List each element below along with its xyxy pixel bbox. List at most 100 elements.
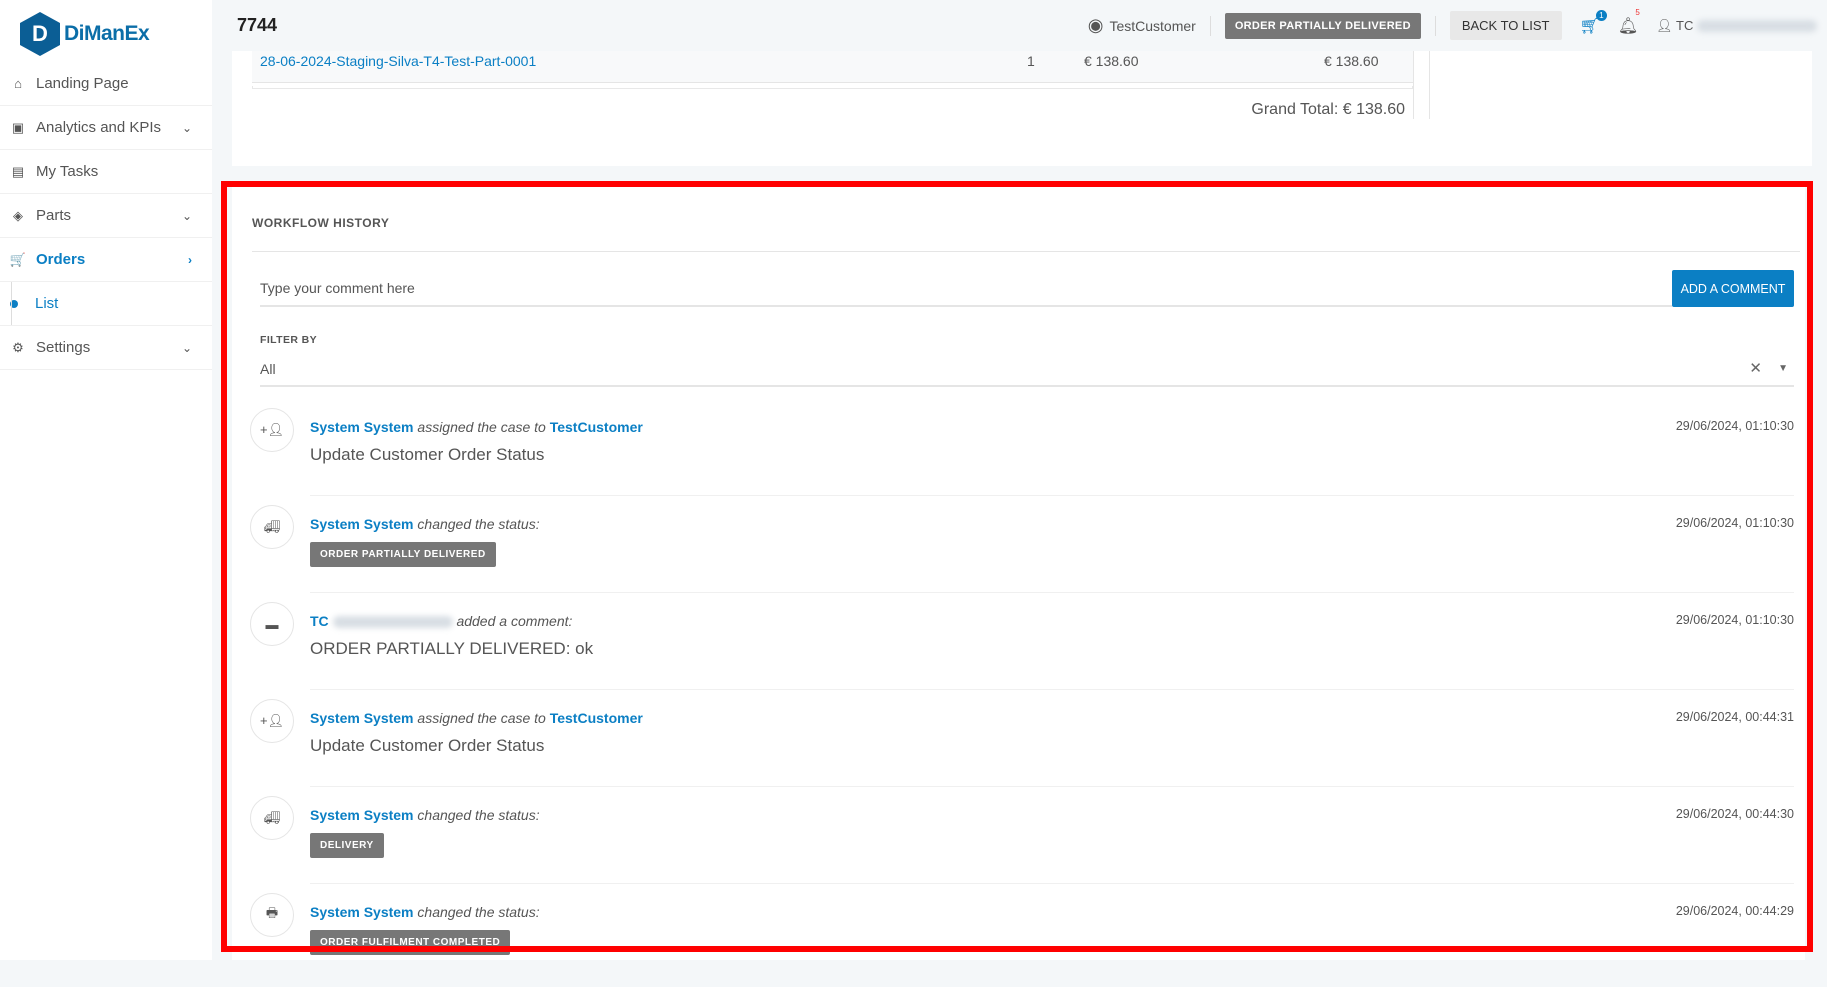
cart-icon: 🛒 xyxy=(9,251,27,267)
user-circle-icon: ◉ xyxy=(1087,15,1104,35)
workflow-entry: +👤︎ System System assigned the case to Te… xyxy=(250,696,1794,793)
workflow-entries: +👤︎ System System assigned the case to Te… xyxy=(250,405,1794,987)
timestamp: 29/06/2024, 01:10:30 xyxy=(1675,419,1794,433)
divider xyxy=(310,786,1794,787)
clear-icon[interactable]: ✕ xyxy=(1749,355,1762,383)
action-text: assigned the case to xyxy=(417,419,546,435)
action-text: changed the status: xyxy=(417,516,540,532)
logo[interactable]: D DiManEx xyxy=(20,12,150,56)
divider xyxy=(1429,51,1430,119)
workflow-entry: ▬ TC added a comment: ORDER PARTIALLY DELI… xyxy=(250,599,1794,696)
add-comment-button[interactable]: ADD A COMMENT xyxy=(1672,270,1794,307)
status-badge: DELIVERY xyxy=(310,833,384,858)
divider xyxy=(310,883,1794,884)
workflow-history-card: WORKFLOW HISTORY ADD A COMMENT FILTER BY… xyxy=(232,185,1805,960)
cart-count-badge: 1 xyxy=(1595,9,1607,21)
caret-down-icon[interactable]: ▼ xyxy=(1778,355,1788,383)
briefcase-icon: ▣ xyxy=(11,119,25,135)
filter-label: FILTER BY xyxy=(260,334,318,346)
divider xyxy=(1209,15,1211,36)
order-line-row: 28-06-2024-Staging-Silva-T4-Test-Part-00… xyxy=(252,51,1413,83)
sidebar-item-settings[interactable]: ⚙ Settings ⌄ xyxy=(0,326,212,370)
truck-icon: 🚚︎ xyxy=(250,796,294,840)
cart-button[interactable]: 🛒︎ 1 xyxy=(1580,9,1607,36)
chevron-icon: ⌄ xyxy=(181,208,192,223)
grand-total: Grand Total: € 138.60 xyxy=(1251,101,1405,118)
notifications-button[interactable]: 🔔︎ 5 xyxy=(1617,8,1640,36)
sidebar-item-label: My Tasks xyxy=(36,163,99,180)
current-user: TestCustomer xyxy=(1109,17,1196,34)
actor-link[interactable]: TC xyxy=(310,613,329,629)
back-to-list-button[interactable]: BACK TO LIST xyxy=(1449,11,1562,40)
workflow-entry: 🖶 System System changed the status: ORDER … xyxy=(250,890,1794,987)
sidebar-item-label: Parts xyxy=(36,207,72,224)
actor-link[interactable]: System System xyxy=(310,516,414,532)
sidebar-item-label: Landing Page xyxy=(36,75,129,92)
action-text: assigned the case to xyxy=(417,710,546,726)
timestamp: 29/06/2024, 01:10:30 xyxy=(1675,613,1794,627)
status-badge: ORDER PARTIALLY DELIVERED xyxy=(310,542,496,567)
entry-detail: ORDER PARTIALLY DELIVERED: ok xyxy=(310,639,594,658)
divider xyxy=(252,251,1800,252)
truck-icon: 🚚︎ xyxy=(250,505,294,549)
logo-name: DiManEx xyxy=(64,22,150,45)
timestamp: 29/06/2024, 00:44:31 xyxy=(1675,710,1794,724)
actor-link[interactable]: System System xyxy=(310,710,414,726)
sidebar-item-parts[interactable]: ◈ Parts ⌄ xyxy=(0,194,212,238)
workflow-entry: 🚚︎ System System changed the status: DELIV… xyxy=(250,793,1794,890)
sidebar-item-list[interactable]: List xyxy=(0,282,212,326)
bullet-icon xyxy=(10,299,18,308)
divider xyxy=(310,495,1794,496)
sidebar-item-landing-page[interactable]: ⌂ Landing Page xyxy=(0,62,212,106)
divider xyxy=(1413,51,1414,119)
divider xyxy=(310,592,1794,593)
sidebar-item-label: Settings xyxy=(36,339,91,356)
person-add-icon: +👤︎ xyxy=(250,699,294,743)
account-name-blurred xyxy=(1697,20,1817,33)
quantity: 1 xyxy=(1027,53,1035,69)
entry-detail: Update Customer Order Status xyxy=(310,736,545,755)
action-text: changed the status: xyxy=(417,807,540,823)
order-status-button[interactable]: ORDER PARTIALLY DELIVERED xyxy=(1224,12,1421,39)
gear-icon: ⚙ xyxy=(12,339,24,355)
status-badge: ORDER FULFILMENT COMPLETED xyxy=(310,930,511,955)
sidebar: D DiManEx ⌂ Landing Page ▣ Analytics and KP… xyxy=(0,0,212,960)
header: 7744 ◉ TestCustomer ORDER PARTIALLY DELI… xyxy=(212,0,1827,51)
target-link[interactable]: TestCustomer xyxy=(550,710,643,726)
person-add-icon: +👤︎ xyxy=(250,408,294,452)
actor-link[interactable]: System System xyxy=(310,419,414,435)
target-link[interactable]: TestCustomer xyxy=(550,419,643,435)
filter-select[interactable]: All ✕ ▼ xyxy=(260,355,1794,387)
account-initials: TC xyxy=(1676,17,1694,33)
chevron-icon: ⌄ xyxy=(181,120,192,135)
chevron-icon: › xyxy=(188,252,192,267)
logo-mark: D xyxy=(20,12,60,56)
entry-detail: Update Customer Order Status xyxy=(310,445,545,464)
line-total: € 138.60 xyxy=(1324,53,1379,69)
bell-icon: 🔔︎ xyxy=(1617,17,1639,35)
part-link[interactable]: 28-06-2024-Staging-Silva-T4-Test-Part-00… xyxy=(260,53,536,69)
action-text: added a comment: xyxy=(456,613,573,629)
divider xyxy=(1434,15,1436,36)
sidebar-item-analytics-and-kpis[interactable]: ▣ Analytics and KPIs ⌄ xyxy=(0,106,212,150)
account-menu[interactable]: 👤︎ TC xyxy=(1656,18,1817,34)
order-lines-card: 28-06-2024-Staging-Silva-T4-Test-Part-00… xyxy=(232,51,1812,166)
timestamp: 29/06/2024, 00:44:30 xyxy=(1675,807,1794,821)
sidebar-item-orders[interactable]: 🛒 Orders › xyxy=(0,238,212,282)
sidebar-nav: ⌂ Landing Page ▣ Analytics and KPIs ⌄ ▤ My Tas… xyxy=(0,62,212,370)
person-icon: 👤︎ xyxy=(1656,17,1673,33)
filter-value: All xyxy=(260,361,276,377)
actor-link[interactable]: System System xyxy=(310,904,414,920)
notification-count-badge: 5 xyxy=(1635,7,1640,17)
sidebar-item-label: Analytics and KPIs xyxy=(36,119,162,136)
sidebar-item-my-tasks[interactable]: ▤ My Tasks xyxy=(0,150,212,194)
action-text: changed the status: xyxy=(417,904,540,920)
comment-icon: ▬ xyxy=(250,602,294,646)
printer-icon: 🖶 xyxy=(250,893,294,937)
page-title: 7744 xyxy=(237,15,278,35)
unit-price: € 138.60 xyxy=(1084,53,1139,69)
timestamp: 29/06/2024, 00:44:29 xyxy=(1675,904,1794,918)
comment-input[interactable] xyxy=(260,270,1672,307)
actor-link[interactable]: System System xyxy=(310,807,414,823)
timestamp: 29/06/2024, 01:10:30 xyxy=(1675,516,1794,530)
